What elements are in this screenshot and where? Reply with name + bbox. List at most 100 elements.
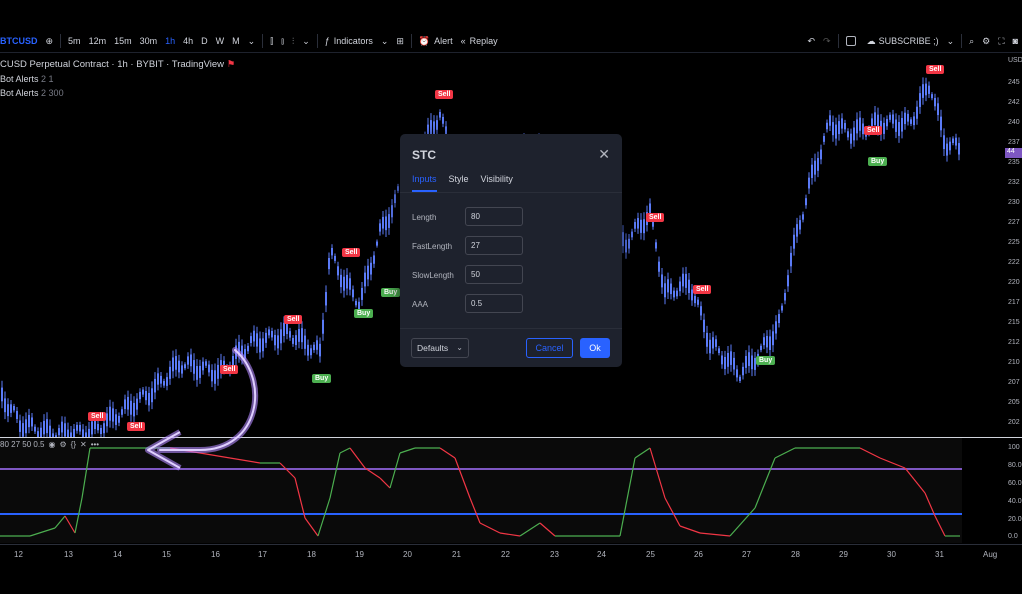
candle-body xyxy=(382,216,384,229)
candle-body xyxy=(4,398,6,413)
time-axis[interactable]: 12 13 14 15 16 17 18 19 20 21 22 23 24 25 26 27 28 29 30 31… xyxy=(0,544,1022,562)
candle-body xyxy=(376,241,378,246)
sell-signal-label[interactable]: Sell xyxy=(864,126,883,135)
candle-body xyxy=(946,143,948,156)
layout-icon[interactable]: ⊞ xyxy=(392,30,408,52)
chart-type-icon[interactable]: ⫶ xyxy=(288,30,298,52)
candle-body xyxy=(379,223,381,232)
cancel-button[interactable]: Cancel xyxy=(526,338,573,358)
candle-body xyxy=(793,234,795,249)
candle-body xyxy=(283,322,285,336)
candle-body xyxy=(391,205,393,218)
interval-m[interactable]: M xyxy=(228,30,244,52)
remove-icon[interactable]: ✕ xyxy=(80,440,87,449)
defaults-dropdown[interactable]: Defaults ⌄ xyxy=(411,338,469,358)
ok-button[interactable]: Ok xyxy=(580,338,610,358)
indicators-button[interactable]: ƒ Indicators xyxy=(321,30,377,52)
price-tick-label: 240 xyxy=(1008,119,1020,126)
sell-signal-label[interactable]: Sell xyxy=(693,285,712,294)
replay-button[interactable]: «Replay xyxy=(457,30,502,52)
interval-15m[interactable]: 15m xyxy=(110,30,136,52)
source-code-icon[interactable]: {} xyxy=(71,440,76,449)
candle-body xyxy=(874,112,876,125)
interval-5m[interactable]: 5m xyxy=(64,30,85,52)
subscribe-button[interactable]: ☁ SUBSCRIBE ;) xyxy=(863,30,943,52)
undo-icon[interactable]: ↶ xyxy=(803,30,819,52)
sell-signal-label[interactable]: Sell xyxy=(284,315,303,324)
sell-signal-label[interactable]: Sell xyxy=(646,213,665,222)
interval-1h[interactable]: 1h xyxy=(161,30,179,52)
candle-body xyxy=(736,369,738,378)
candle-body xyxy=(88,428,90,437)
candle-body xyxy=(748,352,750,366)
indicators-dropdown-icon[interactable]: ⌄ xyxy=(377,30,393,52)
candle-body xyxy=(634,222,636,229)
tab-inputs[interactable]: Inputs xyxy=(412,174,437,192)
eye-icon[interactable]: ◉ xyxy=(48,440,55,449)
sell-signal-label[interactable]: Sell xyxy=(88,412,107,421)
candle-body xyxy=(739,376,741,381)
fullscreen-box-icon[interactable] xyxy=(842,30,863,52)
close-icon[interactable]: ✕ xyxy=(598,146,610,163)
buy-signal-label[interactable]: Buy xyxy=(354,309,374,318)
interval-4h[interactable]: 4h xyxy=(179,30,197,52)
flag-icon: ⚑ xyxy=(226,59,236,70)
buy-signal-label[interactable]: Buy xyxy=(312,374,332,383)
interval-d[interactable]: D xyxy=(197,30,212,52)
interval-w[interactable]: W xyxy=(212,30,229,52)
alert-button[interactable]: ⏰ Alert xyxy=(415,30,457,52)
symbol-button[interactable]: BTCUSD xyxy=(0,30,42,52)
legend-bot-alerts-1[interactable]: Bot Alerts 2 1 xyxy=(0,72,235,86)
oscillator-axis[interactable]: 100 80.0 60.0 40.0 20.0 0.0 xyxy=(1005,438,1022,543)
gear-icon[interactable]: ⚙ xyxy=(978,30,994,52)
replay-icon: « xyxy=(460,36,466,46)
expand-icon[interactable]: ⛶ xyxy=(994,30,1008,52)
candle-body xyxy=(355,300,357,306)
redo-icon[interactable]: ↷ xyxy=(819,30,835,52)
subscribe-dropdown-icon[interactable]: ⌄ xyxy=(943,30,959,52)
add-symbol-icon[interactable]: ⊕ xyxy=(42,30,58,52)
aaa-input[interactable]: 0.5 xyxy=(465,294,523,313)
candle-body xyxy=(328,258,330,270)
divider xyxy=(961,34,963,48)
tab-visibility[interactable]: Visibility xyxy=(481,174,513,192)
candle-body xyxy=(958,143,960,155)
interval-30m[interactable]: 30m xyxy=(136,30,162,52)
bar-style-icon[interactable]: ⫿ xyxy=(266,30,277,52)
candle-body xyxy=(313,344,315,351)
camera-icon[interactable]: ◙ xyxy=(1009,30,1022,52)
price-tick-label: USD xyxy=(1008,57,1022,64)
price-tick-label: 242 xyxy=(1008,99,1020,106)
length-input[interactable]: 80 xyxy=(465,207,523,226)
legend-bot-alerts-2[interactable]: Bot Alerts 2 300 xyxy=(0,86,235,100)
candle-body xyxy=(394,194,396,204)
settings-icon[interactable]: ⚙ xyxy=(59,440,66,449)
sell-signal-label[interactable]: Sell xyxy=(342,248,361,257)
candle-body xyxy=(364,272,366,287)
time-tick-label: 13 xyxy=(64,550,73,559)
candle-body xyxy=(385,216,387,231)
chart-type-dropdown-icon[interactable]: ⌄ xyxy=(298,30,314,52)
sell-signal-label[interactable]: Sell xyxy=(435,90,454,99)
fastlength-input[interactable]: 27 xyxy=(465,236,523,255)
candle-body xyxy=(883,122,885,134)
slowlength-input[interactable]: 50 xyxy=(465,265,523,284)
candle-body xyxy=(655,242,657,249)
search-icon[interactable]: ⌕ xyxy=(965,30,978,52)
candle-body xyxy=(916,106,918,119)
price-axis[interactable]: USD 245 242 240 237 235 232 230 227 225 222 220 217 2… xyxy=(1005,53,1022,437)
candle-body xyxy=(436,120,438,130)
buy-signal-label[interactable]: Buy xyxy=(868,157,888,166)
interval-12m[interactable]: 12m xyxy=(85,30,111,52)
candle-body xyxy=(628,238,630,249)
candle-body xyxy=(787,275,789,287)
buy-signal-label[interactable]: Buy xyxy=(756,356,776,365)
compare-icon[interactable]: ⫾ xyxy=(277,30,288,52)
tab-style[interactable]: Style xyxy=(449,174,469,192)
candle-body xyxy=(7,404,9,417)
candle-body xyxy=(679,281,681,292)
buy-signal-label[interactable]: Buy xyxy=(381,288,401,297)
more-icon[interactable]: ••• xyxy=(91,440,99,449)
interval-dropdown-icon[interactable]: ⌄ xyxy=(244,30,260,52)
sell-signal-label[interactable]: Sell xyxy=(926,65,945,74)
